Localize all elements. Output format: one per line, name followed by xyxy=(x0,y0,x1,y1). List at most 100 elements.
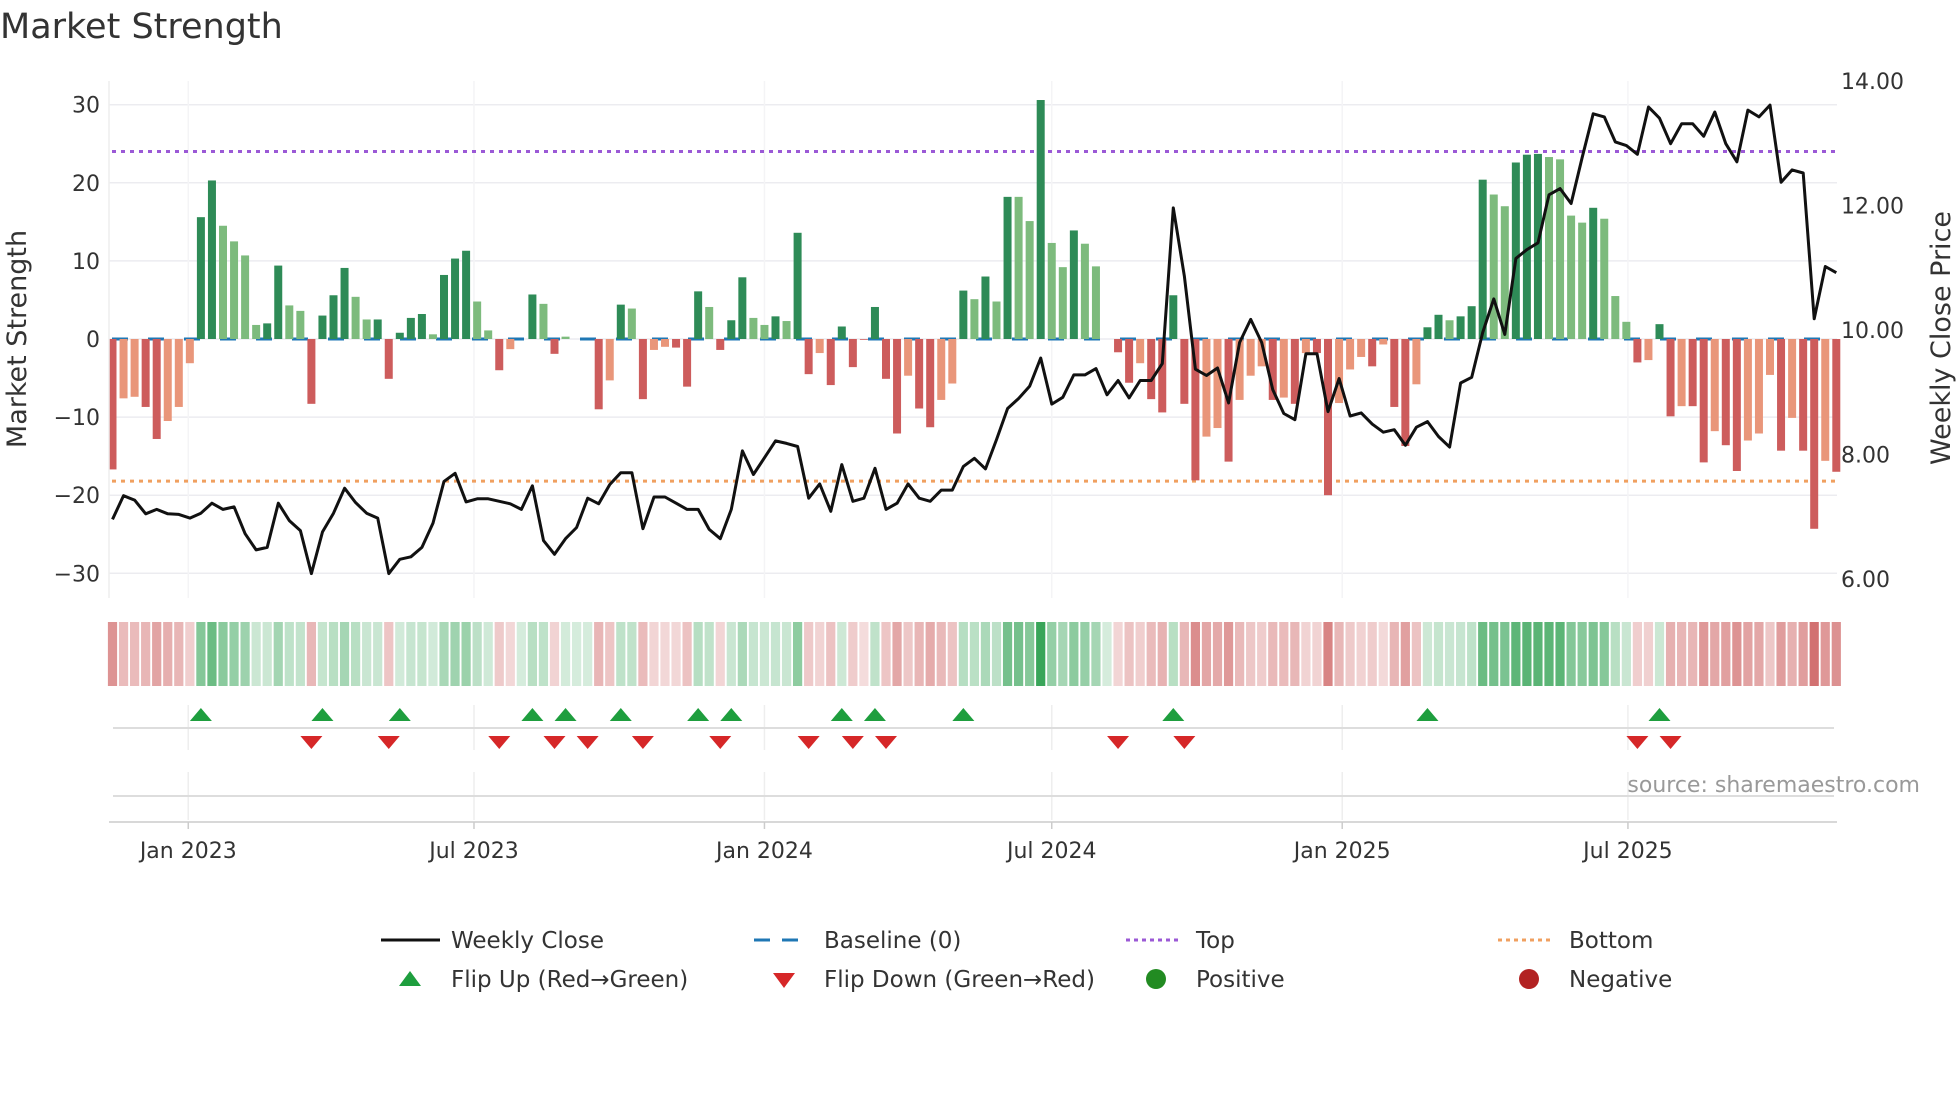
strength-bar xyxy=(384,339,393,379)
strength-bar xyxy=(252,324,261,339)
strength-bar xyxy=(804,339,813,375)
heat-strip-cell xyxy=(1621,622,1631,686)
strength-bar xyxy=(649,339,658,350)
strength-heat-strip xyxy=(107,622,1841,686)
heat-strip-cell xyxy=(1246,622,1256,686)
heat-strip-cell xyxy=(1212,622,1223,686)
heat-strip-cell xyxy=(1201,622,1212,686)
heat-strip-cell xyxy=(1367,622,1377,686)
y2-axis-label: Weekly Close Price xyxy=(1926,211,1957,465)
strength-bar xyxy=(1777,339,1786,451)
strength-bar xyxy=(1511,162,1520,339)
strength-bar xyxy=(1622,321,1631,339)
heat-strip-cell xyxy=(1002,622,1013,686)
heat-strip-cell xyxy=(848,622,858,686)
strength-bar xyxy=(440,274,448,339)
heat-strip-cell xyxy=(1168,622,1178,686)
heat-strip-cell xyxy=(1743,622,1753,686)
heat-strip-cell xyxy=(1179,622,1189,686)
heat-strip-cell xyxy=(980,622,991,686)
heat-strip-cell xyxy=(1456,622,1466,686)
strength-bar xyxy=(1202,339,1211,437)
flip-down-marker xyxy=(488,736,511,749)
heat-strip-cell xyxy=(549,622,560,686)
heat-strip-cell xyxy=(1146,622,1156,686)
market-strength-chart: Market Strength 30 20 10 0 −10 −20 −30 14.00 12.… xyxy=(0,7,1957,993)
legend-weekly-close: Weekly Close xyxy=(451,928,604,954)
heat-strip-cell xyxy=(1820,622,1830,686)
strength-bar xyxy=(362,319,371,339)
strength-bar xyxy=(782,321,791,339)
strength-bar xyxy=(1136,339,1145,364)
heat-strip-cell xyxy=(251,622,261,686)
strength-bar xyxy=(1600,218,1609,339)
strength-bar xyxy=(185,339,194,364)
heat-strip-cell xyxy=(406,622,416,686)
heat-strip-cell xyxy=(793,622,803,686)
strength-bar xyxy=(550,339,559,354)
heat-strip-cell xyxy=(1699,622,1709,686)
flip-up-marker xyxy=(1162,708,1185,721)
strength-bar xyxy=(793,232,802,339)
strength-bar xyxy=(1489,194,1498,339)
flip-up-marker xyxy=(609,708,632,721)
heat-strip-cell xyxy=(1113,622,1123,686)
heat-strip-cell xyxy=(1301,622,1311,686)
strength-bar xyxy=(174,339,183,407)
strength-bar xyxy=(837,326,846,339)
strength-bar xyxy=(1821,339,1830,461)
heat-strip-cell xyxy=(1555,622,1565,686)
strength-bar xyxy=(130,339,139,397)
strength-bar xyxy=(738,277,747,339)
strength-bar xyxy=(1578,222,1587,339)
gridlines xyxy=(109,81,1837,820)
legend-baseline: Baseline (0) xyxy=(824,928,961,954)
heat-strip-cell xyxy=(1069,622,1079,686)
heat-strip-cell xyxy=(218,622,228,686)
heat-strip-cell xyxy=(174,622,184,686)
heat-strip-cell xyxy=(362,622,372,686)
heat-strip-cell xyxy=(1665,622,1676,686)
heat-strip-cell xyxy=(461,622,471,686)
heat-strip-cell xyxy=(306,622,316,686)
heat-strip-cell xyxy=(1411,622,1421,686)
strength-bar xyxy=(152,339,161,439)
flip-up-marker xyxy=(311,708,334,721)
heat-strip-cell xyxy=(1831,622,1841,686)
x-tick-label: Jul 2023 xyxy=(427,839,519,864)
heat-strip-cell xyxy=(1058,622,1068,686)
negative-dot-icon xyxy=(1519,969,1539,989)
x-tick-label: Jan 2025 xyxy=(1292,839,1391,864)
strength-bar xyxy=(1810,339,1819,529)
legend-flip-down: Flip Down (Green→Red) xyxy=(824,967,1095,993)
strength-bar xyxy=(340,267,349,339)
flip-up-marker xyxy=(521,708,544,721)
strength-bar xyxy=(1246,339,1255,376)
strength-bar xyxy=(1644,339,1653,361)
strength-bar xyxy=(1368,339,1377,367)
heat-strip-cell xyxy=(1577,622,1587,686)
heat-strip-cell xyxy=(207,622,217,686)
heat-strip-cell xyxy=(163,622,173,686)
strength-bar xyxy=(1611,296,1620,339)
strength-bar xyxy=(141,339,150,407)
strength-bar xyxy=(373,319,382,339)
strength-bar xyxy=(1312,339,1321,354)
heat-strip-cell xyxy=(958,622,968,686)
heat-strip-cell xyxy=(892,622,902,686)
heat-strip-cell xyxy=(351,622,361,686)
heat-strip-cell xyxy=(826,622,836,686)
heat-strip-cell xyxy=(1677,622,1687,686)
heat-strip-cell xyxy=(1721,622,1731,686)
strength-bar xyxy=(616,304,625,339)
strength-bar xyxy=(1169,295,1178,339)
strength-bar xyxy=(826,339,835,386)
heat-strip-cell xyxy=(494,622,504,686)
heat-strip-cell xyxy=(185,622,195,686)
strength-bar xyxy=(1324,339,1332,496)
strength-bar xyxy=(970,299,979,339)
strength-bar xyxy=(1069,230,1078,339)
y-tick-label: 10 xyxy=(72,250,100,275)
heat-strip-cell xyxy=(660,622,670,686)
heat-strip-cell xyxy=(527,622,537,686)
